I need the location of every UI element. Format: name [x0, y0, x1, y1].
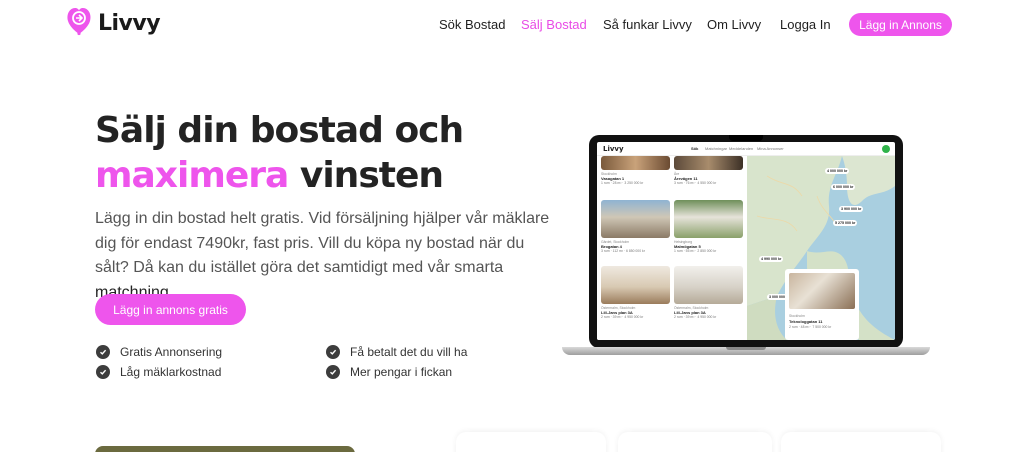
mini-listing-grid: Stockholm Vasagatan 1 1 rum · 28 m² · 3 … [597, 156, 747, 340]
laptop-screen-frame: Livvy Sök Matchningar Meddelanden Mina A… [589, 135, 903, 348]
mini-listing-card: Gärdet, Stockholm Brogatan 4 3 rum · 112… [601, 200, 670, 253]
hero-title-line1: Sälj din bostad och [95, 110, 464, 151]
feature-label: Få betalt det du vill ha [350, 345, 468, 359]
listing-meta: 1 rum · 28 m² · 3 250 000 kr [601, 181, 644, 185]
listing-meta: 3 rum · 76 m² · 4 550 000 kr [674, 181, 717, 185]
map-price-pin: 5 275 000 kr [833, 220, 858, 226]
section-image [95, 446, 355, 452]
info-card [618, 432, 772, 452]
mini-brand: Livvy [603, 145, 624, 153]
feature-list: Gratis Annonsering Få betalt det du vill… [96, 345, 496, 385]
listing-photo [601, 266, 670, 304]
listing-photo [601, 156, 670, 170]
popup-photo [789, 273, 855, 309]
mini-tab: Meddelanden [729, 146, 754, 151]
check-circle-icon [96, 365, 110, 379]
popup-location: Stockholm [789, 314, 805, 318]
listing-photo [674, 156, 743, 170]
nav-item-salj-bostad[interactable]: Sälj Bostad [521, 17, 587, 32]
nav-item-om-livvy[interactable]: Om Livvy [707, 17, 761, 32]
hero-description-text: Lägg in din bostad helt gratis. Vid förs… [95, 210, 550, 276]
nav-item-logga-in[interactable]: Logga In [780, 17, 831, 32]
map-price-pin: 3 900 000 kr [839, 206, 864, 212]
hero-title: Sälj din bostad och maximera vinsten [95, 108, 464, 198]
nav-item-sa-funkar[interactable]: Så funkar Livvy [603, 17, 692, 32]
feature-label: Gratis Annonsering [120, 345, 223, 359]
check-circle-icon [96, 345, 110, 359]
map-price-pin: 4 000 000 kr [825, 168, 850, 174]
listing-meta: 1 rum · 55 m² · 2 850 000 kr [674, 249, 717, 253]
mini-tab: Matchningar [705, 146, 728, 151]
hero-title-rest: vinsten [288, 155, 444, 196]
map-listing-popup: Stockholm Teknologgatan 11 2 rum · 48 m²… [785, 269, 859, 340]
popup-title: Teknologgatan 11 [789, 319, 823, 324]
mini-listing-card: Stockholm Vasagatan 1 1 rum · 28 m² · 3 … [601, 156, 670, 185]
feature-item: Mer pengar i fickan [326, 365, 452, 379]
listing-meta: 2 rum · 39 m² · 4 950 000 kr [674, 315, 717, 319]
mini-listing-card: Helsingborg Malmögatan 5 1 rum · 55 m² ·… [674, 200, 743, 253]
mini-tab: Sök [691, 146, 699, 151]
info-card [456, 432, 606, 452]
mini-listing-card: Östermalm, Stockholm Lill-Jans plan 3A 2… [601, 266, 670, 319]
camera-notch [729, 135, 763, 141]
hero-description: Lägg in din bostad helt gratis. Vid förs… [95, 207, 555, 305]
mini-tab: Mina Annonser [757, 146, 784, 151]
feature-label: Mer pengar i fickan [350, 365, 453, 379]
add-listing-free-button[interactable]: Lägg in annons gratis [95, 294, 246, 325]
listing-photo [674, 200, 743, 238]
plus-icon [882, 145, 890, 153]
feature-label: Låg mäklarkostnad [120, 365, 222, 379]
map-price-pin: 6 000 000 kr [831, 184, 856, 190]
map-price-pin: 4 990 000 kr [759, 256, 784, 262]
feature-item: Få betalt det du vill ha [326, 345, 467, 359]
laptop-mockup: Livvy Sök Matchningar Meddelanden Mina A… [562, 135, 930, 357]
feature-item: Låg mäklarkostnad [96, 365, 221, 379]
hero-title-highlight: maximera [95, 155, 289, 196]
nav-item-sok-bostad[interactable]: Sök Bostad [439, 17, 506, 32]
listing-meta: 3 rum · 112 m² · 6 850 000 kr [601, 249, 645, 253]
listing-photo [674, 266, 743, 304]
app-screenshot: Livvy Sök Matchningar Meddelanden Mina A… [597, 142, 895, 340]
feature-item: Gratis Annonsering [96, 345, 222, 359]
mini-listing-card: Åre Årevägen 11 3 rum · 76 m² · 4 550 00… [674, 156, 743, 185]
check-circle-icon [326, 365, 340, 379]
add-listing-button[interactable]: Lägg in Annons [849, 13, 952, 36]
popup-meta: 2 rum · 48 m² · 7 500 000 kr [789, 325, 832, 329]
listing-photo [601, 200, 670, 238]
check-circle-icon [326, 345, 340, 359]
laptop-base-notch [726, 347, 766, 350]
info-card [781, 432, 941, 452]
mini-map: 4 000 000 kr 6 000 000 kr 3 900 000 kr 5… [747, 156, 895, 340]
listing-meta: 2 rum · 39 m² · 4 950 000 kr [601, 315, 644, 319]
mini-listing-card: Östermalm, Stockholm Lill-Jans plan 3A 2… [674, 266, 743, 319]
mini-app-header: Livvy Sök Matchningar Meddelanden Mina A… [597, 142, 895, 156]
